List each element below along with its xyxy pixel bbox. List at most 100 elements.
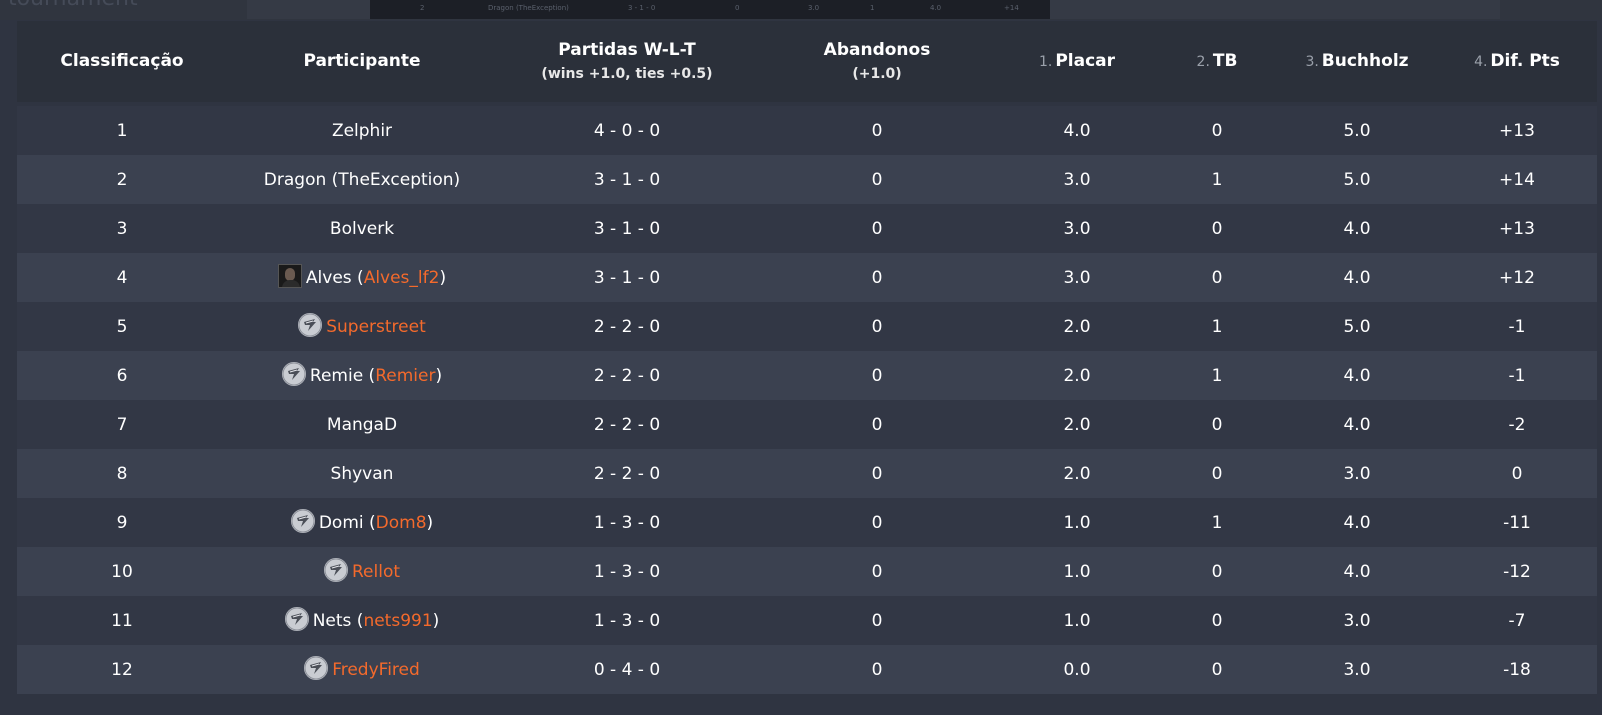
participant-user-link[interactable]: FredyFired (332, 660, 420, 680)
header-diff[interactable]: 4. Dif. Pts (1437, 21, 1597, 102)
forfeits-cell: 0 (871, 463, 883, 484)
diff-cell: -2 (1508, 414, 1526, 435)
participant-name: Shyvan (330, 463, 394, 484)
ghost-forfeits: 0 (735, 4, 740, 12)
table-row: 4 Alves (Alves_lf2) 3 - 1 - 0 0 3.0 0 4.0 +12 (17, 253, 1597, 302)
participant-user-link[interactable]: nets991 (363, 611, 432, 631)
diff-cell: -11 (1503, 512, 1531, 533)
participant-user-link[interactable]: Rellot (352, 562, 400, 582)
punctuation: ) (426, 512, 434, 533)
participant-cell: Alves (Alves_lf2) (227, 253, 497, 302)
diff-cell: +14 (1499, 169, 1535, 190)
buchholz-cell: 3.0 (1343, 610, 1371, 631)
tb-cell: 1 (1211, 365, 1223, 386)
record-cell: 1 - 3 - 0 (593, 610, 661, 631)
record-cell: 2 - 2 - 0 (593, 365, 661, 386)
score-cell: 2.0 (1063, 365, 1091, 386)
buchholz-cell: 5.0 (1343, 316, 1371, 337)
buchholz-cell: 4.0 (1343, 218, 1371, 239)
rank-cell: 9 (116, 512, 128, 533)
forfeits-cell: 0 (871, 414, 883, 435)
participant-name: Domi (318, 512, 364, 533)
forfeits-cell: 0 (871, 267, 883, 288)
logo-avatar-icon (290, 508, 315, 533)
tb-cell: 1 (1211, 169, 1223, 190)
record-cell: 0 - 4 - 0 (593, 659, 661, 680)
tb-cell: 1 (1211, 512, 1223, 533)
table-row: 8 Shyvan 2 - 2 - 0 0 2.0 0 3.0 0 (17, 449, 1597, 498)
participant-user-link[interactable]: Alves_lf2 (364, 268, 440, 288)
forfeits-cell: 0 (871, 169, 883, 190)
score-cell: 3.0 (1063, 218, 1091, 239)
header-score-label: Placar (1055, 51, 1116, 72)
participant-cell: Remie (Remier) (227, 351, 497, 400)
participant-cell: Zelphir (227, 106, 497, 155)
table-row: 7 MangaD 2 - 2 - 0 0 2.0 0 4.0 -2 (17, 400, 1597, 449)
ghost-rank: 2 (420, 4, 425, 12)
score-cell: 2.0 (1063, 414, 1091, 435)
record-cell: 3 - 1 - 0 (593, 267, 661, 288)
rank-cell: 1 (116, 120, 128, 141)
standings-table-container: Classificação Participante Partidas W-L-… (17, 21, 1597, 694)
score-cell: 3.0 (1063, 267, 1091, 288)
header-tb[interactable]: 2. TB (1157, 21, 1277, 102)
tb-cell: 1 (1211, 316, 1223, 337)
header-record[interactable]: Partidas W-L-T (wins +1.0, ties +0.5) (497, 21, 757, 102)
punctuation: ( (351, 267, 364, 288)
background-table-strip: 2 Dragon (TheException) 3 - 1 - 0 0 3.0 … (370, 0, 1050, 19)
buchholz-cell: 3.0 (1343, 463, 1371, 484)
score-cell: 2.0 (1063, 316, 1091, 337)
tb-cell: 0 (1211, 610, 1223, 631)
rank-cell: 11 (111, 610, 133, 631)
ghost-record: 3 - 1 - 0 (628, 4, 656, 12)
record-cell: 2 - 2 - 0 (593, 463, 661, 484)
header-buchholz[interactable]: 3. Buchholz (1277, 21, 1437, 102)
score-cell: 4.0 (1063, 120, 1091, 141)
record-cell: 1 - 3 - 0 (593, 561, 661, 582)
table-row: 5 Superstreet 2 - 2 - 0 0 2.0 1 5.0 -1 (17, 302, 1597, 351)
header-forfeits[interactable]: Abandonos (+1.0) (757, 21, 997, 102)
participant-name: Dragon (TheException) (263, 169, 461, 190)
punctuation: ) (432, 610, 440, 631)
punctuation: ( (351, 610, 364, 631)
tb-cell: 0 (1211, 659, 1223, 680)
rank-cell: 4 (116, 267, 128, 288)
forfeits-cell: 0 (871, 365, 883, 386)
header-rank[interactable]: Classificação (17, 21, 227, 102)
buchholz-cell: 5.0 (1343, 120, 1371, 141)
tb-cell: 0 (1211, 120, 1223, 141)
forfeits-cell: 0 (871, 218, 883, 239)
score-cell: 0.0 (1063, 659, 1091, 680)
participant-cell: Bolverk (227, 204, 497, 253)
header-score[interactable]: 1. Placar (997, 21, 1157, 102)
participant-user-link[interactable]: Dom8 (376, 513, 427, 533)
participant-cell: Rellot (227, 547, 497, 596)
header-tb-label: TB (1212, 51, 1238, 72)
score-cell: 1.0 (1063, 561, 1091, 582)
table-row: 12 FredyFired 0 - 4 - 0 0 0.0 0 3.0 -18 (17, 645, 1597, 694)
logo-avatar-icon (298, 312, 323, 337)
header-tb-priority: 2. (1196, 54, 1210, 71)
table-header: Classificação Participante Partidas W-L-… (17, 21, 1597, 102)
ghost-tb: 1 (870, 4, 875, 12)
header-buchholz-priority: 3. (1305, 54, 1319, 71)
record-cell: 2 - 2 - 0 (593, 414, 661, 435)
participant-user-link[interactable]: Remier (375, 366, 435, 386)
table-body: 1 Zelphir 4 - 0 - 0 0 4.0 0 5.0 +13 2 Dragon (The… (17, 102, 1597, 694)
participant-name: Bolverk (329, 218, 395, 239)
diff-cell: -1 (1508, 316, 1526, 337)
logo-avatar-icon (304, 655, 329, 680)
punctuation: ) (439, 267, 447, 288)
rank-cell: 7 (116, 414, 128, 435)
score-cell: 1.0 (1063, 610, 1091, 631)
table-row: 10 Rellot 1 - 3 - 0 0 1.0 0 4.0 -12 (17, 547, 1597, 596)
record-cell: 3 - 1 - 0 (593, 169, 661, 190)
rank-cell: 2 (116, 169, 128, 190)
header-participant[interactable]: Participante (227, 21, 497, 102)
forfeits-cell: 0 (871, 561, 883, 582)
participant-user-link[interactable]: Superstreet (326, 317, 426, 337)
record-cell: 3 - 1 - 0 (593, 218, 661, 239)
participant-cell: Dragon (TheException) (227, 155, 497, 204)
tb-cell: 0 (1211, 561, 1223, 582)
header-forfeits-sublabel: (+1.0) (852, 66, 902, 83)
